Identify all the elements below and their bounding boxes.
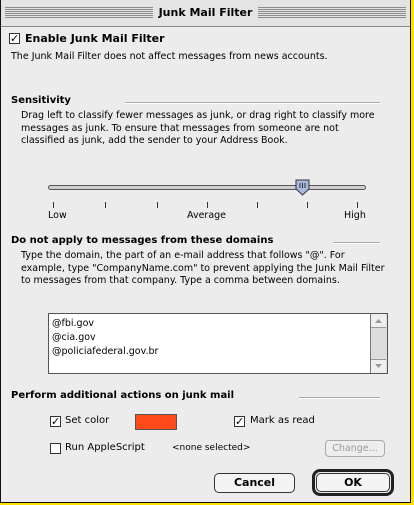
domains-heading: Do not apply to messages from these doma…: [11, 235, 274, 246]
domain-entry: @cia.gov: [52, 332, 96, 343]
sensitivity-description: Drag left to classify fewer messages as …: [21, 110, 375, 146]
sensitivity-heading: Sensitivity: [11, 95, 71, 106]
slider-tick: [257, 202, 258, 208]
enable-note: The Junk Mail Filter does not affect mes…: [11, 51, 328, 62]
title-bar[interactable]: Junk Mail Filter: [1, 0, 410, 27]
domains-description: Type the domain, the part of an e-mail a…: [21, 250, 385, 286]
domains-scrollbar[interactable]: [370, 314, 387, 373]
ok-button[interactable]: OK: [316, 473, 390, 492]
slider-tick: [357, 202, 358, 208]
domains-rule: [333, 242, 380, 244]
enable-checkbox[interactable]: ✓: [9, 33, 20, 44]
mark-as-read-checkbox[interactable]: ✓: [234, 416, 245, 427]
applescript-selection: <none selected>: [172, 443, 251, 453]
scroll-down-button[interactable]: [371, 359, 386, 373]
slider-tick: [307, 202, 308, 208]
window-title: Junk Mail Filter: [152, 6, 259, 19]
slider-tick: [53, 202, 54, 208]
set-color-checkbox[interactable]: ✓: [50, 416, 61, 427]
junk-mail-filter-window: Junk Mail Filter ✓ Enable Junk Mail Filt…: [0, 0, 411, 503]
domain-entry: @fbi.gov: [52, 318, 94, 329]
actions-rule: [299, 397, 380, 399]
check-icon: ✓: [10, 32, 20, 45]
color-swatch[interactable]: [135, 414, 177, 430]
slider-label-average: Average: [187, 210, 227, 221]
slider-tick: [207, 202, 208, 208]
sensitivity-slider-thumb[interactable]: [295, 179, 310, 196]
sensitivity-rule: [125, 102, 380, 104]
arrow-down-icon: [375, 364, 382, 368]
arrow-up-icon: [375, 319, 382, 323]
sensitivity-slider-track[interactable]: [48, 185, 366, 190]
mark-as-read-label[interactable]: Mark as read: [250, 415, 315, 426]
check-icon: ✓: [235, 415, 245, 428]
run-applescript-label[interactable]: Run AppleScript: [65, 442, 145, 453]
domains-textarea[interactable]: @fbi.gov @cia.gov @policiafederal.gov.br: [48, 313, 388, 374]
check-icon: ✓: [51, 415, 61, 428]
run-applescript-checkbox[interactable]: [50, 443, 61, 454]
slider-tick: [157, 202, 158, 208]
slider-label-low: Low: [48, 210, 67, 221]
domain-entry: @policiafederal.gov.br: [52, 346, 159, 357]
set-color-label[interactable]: Set color: [65, 415, 109, 426]
change-button[interactable]: Change...: [325, 440, 385, 457]
scroll-up-button[interactable]: [371, 314, 386, 328]
enable-label[interactable]: Enable Junk Mail Filter: [25, 32, 165, 45]
cancel-button[interactable]: Cancel: [214, 473, 295, 493]
actions-heading: Perform additional actions on junk mail: [11, 390, 235, 401]
slider-tick: [105, 202, 106, 208]
domains-text[interactable]: @fbi.gov @cia.gov @policiafederal.gov.br: [52, 317, 158, 359]
slider-label-high: High: [344, 210, 366, 221]
